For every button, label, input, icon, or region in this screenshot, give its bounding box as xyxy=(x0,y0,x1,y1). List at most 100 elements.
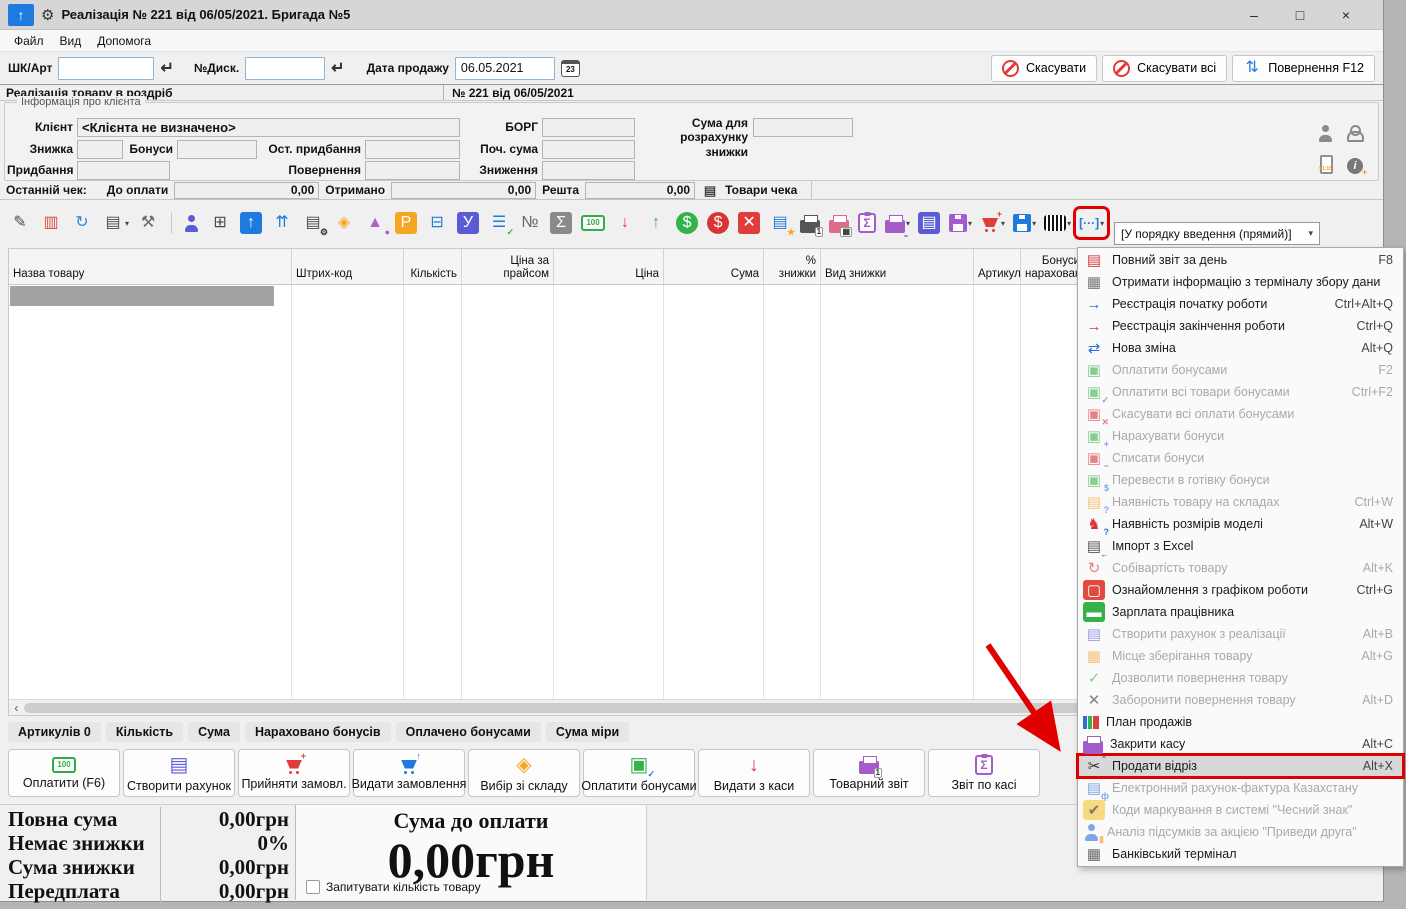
toolbar-button[interactable]: ↓ xyxy=(613,211,638,235)
toolbar-button[interactable]: $ xyxy=(675,211,700,235)
toolbar-button[interactable]: ▥ xyxy=(39,211,64,235)
table-header-cell[interactable]: % знижки xyxy=(764,249,821,284)
action-button[interactable]: ↓ Видати з каси xyxy=(698,749,810,797)
last-purchase-field[interactable] xyxy=(365,140,460,159)
toolbar-button[interactable]: ▤★ xyxy=(768,211,793,235)
context-menu-item[interactable]: ▤← Імпорт з Excel xyxy=(1078,535,1403,557)
action-button[interactable]: Σ Звіт по касі xyxy=(928,749,1040,797)
toolbar-button[interactable]: ✕ xyxy=(737,211,762,235)
context-menu-item[interactable]: → Реєстрація початку роботи Ctrl+Alt+Q xyxy=(1078,293,1403,315)
discount-card-input[interactable] xyxy=(245,57,325,80)
context-menu-item[interactable]: ▤ Створити рахунок з реалізації Alt+B xyxy=(1078,623,1403,645)
context-menu-item[interactable]: ▤? Наявність товару на складах Ctrl+W xyxy=(1078,491,1403,513)
table-header-cell[interactable]: Ціна за прайсом xyxy=(462,249,554,284)
scrollbar-thumb[interactable] xyxy=(24,703,1085,713)
context-menu-item[interactable]: ⇄ Нова зміна Alt+Q xyxy=(1078,337,1403,359)
client-outline-icon[interactable] xyxy=(1345,125,1362,142)
table-header-cell[interactable]: Вид знижки xyxy=(821,249,974,284)
client-info-add-icon[interactable]: i+ xyxy=(1347,158,1363,174)
discount-calc-field[interactable] xyxy=(753,118,853,137)
toolbar-button[interactable]: ▾ xyxy=(1012,213,1037,233)
context-menu-item[interactable]: ▣$ Перевести в готівку бонуси xyxy=(1078,469,1403,491)
context-menu-item[interactable]: ▮ Аналіз підсумків за акцією "Приведи др… xyxy=(1078,821,1403,843)
client-filled-icon[interactable] xyxy=(1317,125,1334,142)
action-button[interactable]: ▤ Створити рахунок xyxy=(123,749,235,797)
toolbar-button[interactable]: ▲● xyxy=(363,211,388,235)
returns-field[interactable] xyxy=(365,161,460,180)
context-menu-item[interactable]: ✔ Коди маркування в системі "Чесний знак… xyxy=(1078,799,1403,821)
context-menu-item[interactable]: ▦ Отримати інформацію з терміналу збору … xyxy=(1078,271,1403,293)
gear-icon[interactable]: ⚙ xyxy=(41,6,54,24)
maximize-button[interactable]: □ xyxy=(1277,7,1323,23)
toolbar-button[interactable]: ▤ ▾ xyxy=(101,211,130,235)
toolbar-button[interactable]: ▾ xyxy=(948,213,973,233)
calendar-icon[interactable]: 23 xyxy=(561,60,580,77)
context-menu-item[interactable]: ✂ Продати відріз Alt+X xyxy=(1078,755,1403,777)
toolbar-button[interactable]: ⊞ xyxy=(208,211,233,235)
context-menu-item[interactable]: → Реєстрація закінчення роботи Ctrl+Q xyxy=(1078,315,1403,337)
reduced-field[interactable] xyxy=(542,161,635,180)
context-menu-item[interactable]: ▣ Оплатити бонусами F2 xyxy=(1078,359,1403,381)
toolbar-button[interactable]: У xyxy=(456,211,481,235)
toolbar-button[interactable]: 1 xyxy=(799,213,822,234)
context-menu-item[interactable]: План продажів xyxy=(1078,711,1403,733)
sort-order-select[interactable]: [У порядку введення (прямий)] ▾ xyxy=(1114,222,1320,245)
toolbar-button[interactable]: ▾ xyxy=(1043,214,1072,232)
ask-quantity-checkbox[interactable] xyxy=(306,880,320,894)
context-menu-item[interactable]: ▣✓ Оплатити всі товари бонусами Ctrl+F2 xyxy=(1078,381,1403,403)
toolbar-button[interactable]: ⊟ xyxy=(425,211,450,235)
toolbar-button[interactable]: Σ xyxy=(549,211,574,235)
table-header-cell[interactable]: Артикул xyxy=(974,249,1021,284)
data-terminal-icon[interactable]: 51:15 xyxy=(1320,155,1333,174)
horizontal-scrollbar[interactable]: ‹ xyxy=(9,699,1085,715)
purchases-field[interactable] xyxy=(77,161,170,180)
context-menu-item[interactable]: ▤ Повний звіт за день F8 xyxy=(1078,249,1403,271)
client-value-field[interactable]: <Клієнта не визначено> xyxy=(77,118,460,137)
context-menu-item[interactable]: ▣+ Нарахувати бонуси xyxy=(1078,425,1403,447)
toolbar-button[interactable]: ◈ xyxy=(332,211,357,235)
menu-bar-item[interactable]: Файл xyxy=(6,32,52,50)
action-button[interactable]: ◈ Вибір зі складу xyxy=(468,749,580,797)
toolbar-button[interactable] xyxy=(171,212,172,234)
toolbar-button[interactable]: ✎ xyxy=(8,211,33,235)
toolbar-button[interactable]: ⚒ xyxy=(136,211,161,235)
context-menu-item[interactable]: ♞? Наявність розмірів моделі Alt+W xyxy=(1078,513,1403,535)
toolbar-button[interactable] xyxy=(182,214,202,233)
context-menu-item[interactable]: ✓ Дозволити повернення товару xyxy=(1078,667,1403,689)
action-button[interactable]: ↑ Видати замовлення xyxy=(353,749,465,797)
selected-row[interactable] xyxy=(10,286,274,306)
table-header-cell[interactable]: Ціна xyxy=(554,249,664,284)
action-button[interactable]: 1 Товарний звіт xyxy=(813,749,925,797)
context-menu-item[interactable]: ▦ Банківський термінал xyxy=(1078,843,1403,865)
action-button[interactable]: 100 Оплатити (F6) xyxy=(8,749,120,797)
initial-sum-field[interactable] xyxy=(542,140,635,159)
table-header-cell[interactable]: Кількість xyxy=(404,249,462,284)
toolbar-button[interactable]: ▾ xyxy=(884,213,911,234)
toolbar-button[interactable]: ↑ xyxy=(239,211,264,235)
context-menu-item[interactable]: ▬ Зарплата працівника xyxy=(1078,601,1403,623)
bonuses-field[interactable] xyxy=(177,140,257,159)
table-header-cell[interactable]: Бонуси нараховані xyxy=(1021,249,1085,284)
toolbar-button[interactable]: P xyxy=(394,211,419,235)
context-menu-item[interactable]: Закрити касу Alt+C xyxy=(1078,733,1403,755)
toolbar-button[interactable]: ↑ xyxy=(644,211,669,235)
toolbar-button[interactable]: $ xyxy=(706,211,731,235)
toolbar-button[interactable]: Σ xyxy=(857,212,878,234)
table-header-cell[interactable]: Штрих-код xyxy=(292,249,404,284)
discount-field[interactable] xyxy=(77,140,123,159)
table-body[interactable] xyxy=(9,285,1085,699)
context-menu-item[interactable]: ▤ф Електронний рахунок-фактура Казахстан… xyxy=(1078,777,1403,799)
debt-field[interactable] xyxy=(542,118,635,137)
table-header-cell[interactable]: Сума xyxy=(664,249,764,284)
toolbar-button[interactable]: + ▾ xyxy=(979,213,1006,233)
scroll-left-icon[interactable]: ‹ xyxy=(9,701,24,715)
top-button[interactable]: Скасувати всі xyxy=(1102,55,1227,82)
menu-bar-item[interactable]: Допомога xyxy=(89,32,159,50)
minimize-button[interactable]: – xyxy=(1231,7,1277,23)
table-header-cell[interactable]: Назва товару xyxy=(9,249,292,284)
toolbar-button[interactable]: ▤ xyxy=(917,211,942,235)
top-button[interactable]: Скасувати xyxy=(991,55,1097,82)
toolbar-button[interactable]: ↻ xyxy=(70,211,95,235)
action-button[interactable]: ▣✓ Оплатити бонусами xyxy=(583,749,695,797)
check-goods-icon[interactable]: ▤ xyxy=(701,183,719,197)
